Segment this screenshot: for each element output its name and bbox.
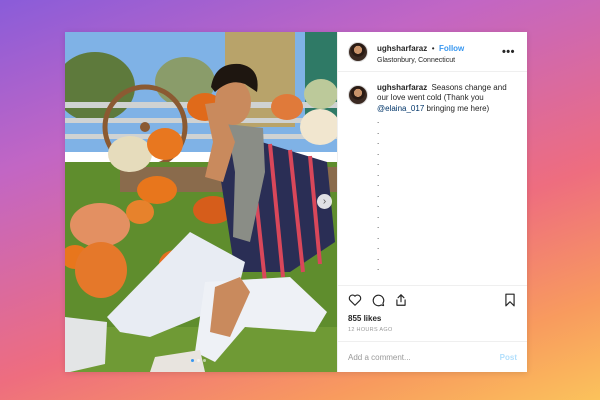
caption-dot-line: . <box>377 137 380 147</box>
post-header: ughsharfaraz • Follow Glastonbury, Conne… <box>338 32 527 72</box>
comment-bar: Post <box>338 341 527 372</box>
caption-dot-line: . <box>377 179 380 189</box>
pumpkin <box>108 136 152 172</box>
pumpkin <box>126 200 154 224</box>
caption-dot-line: . <box>377 116 380 126</box>
mention-link[interactable]: @elaina_017 <box>377 104 424 113</box>
caption-dot-line: . <box>377 147 380 157</box>
more-options-icon[interactable]: ••• <box>502 46 517 58</box>
caption-avatar[interactable] <box>348 85 368 105</box>
carousel-dot <box>197 359 200 362</box>
photo-scene <box>65 32 337 372</box>
caption-dot-line: . <box>377 231 380 241</box>
share-icon[interactable] <box>394 293 408 307</box>
sneaker <box>65 317 107 372</box>
pumpkin <box>75 242 127 298</box>
caption-dot-line: . <box>377 221 380 231</box>
post-photo[interactable]: › <box>65 32 337 372</box>
action-icons <box>348 292 517 308</box>
username-link[interactable]: ughsharfaraz <box>377 44 427 53</box>
caption-dot-line: . <box>377 263 380 273</box>
caption-dot-line: . <box>377 158 380 168</box>
caption-dot-line: . <box>377 210 380 220</box>
comment-input[interactable] <box>348 352 500 362</box>
post-timestamp: 12 HOURS AGO <box>348 327 393 333</box>
pumpkin <box>147 128 183 160</box>
carousel-dot <box>191 359 194 362</box>
caption-username[interactable]: ughsharfaraz <box>377 83 427 92</box>
caption-dot-line: . <box>377 126 380 136</box>
caption-dot-line: . <box>377 189 380 199</box>
bookmark-icon[interactable] <box>503 293 517 307</box>
comment-icon[interactable] <box>371 293 385 307</box>
likes-count[interactable]: 855 likes <box>348 314 517 323</box>
caption-dot-line: . <box>377 252 380 262</box>
instagram-post: › ughsharfaraz • Follow Glastonbury, Con… <box>65 32 527 372</box>
separator-dot: • <box>431 44 435 54</box>
pumpkin <box>271 94 303 120</box>
wheel-hub <box>140 122 150 132</box>
caption-dot-line: . <box>377 242 380 252</box>
post-comment-button[interactable]: Post <box>500 353 517 362</box>
avatar[interactable] <box>348 41 368 62</box>
caption: ughsharfaraz Seasons change and our love… <box>377 83 517 285</box>
chevron-right-icon: › <box>322 195 327 207</box>
post-actions: 855 likes 12 HOURS AGO <box>338 285 527 341</box>
caption-text-after: bringing me here) <box>424 103 490 113</box>
caption-dot-line: . <box>377 200 380 210</box>
pumpkin <box>304 79 337 109</box>
carousel-dot <box>203 359 206 362</box>
post-side-panel: ughsharfaraz • Follow Glastonbury, Conne… <box>337 32 527 372</box>
heart-icon[interactable] <box>348 293 362 307</box>
caption-dot-line: . <box>377 168 380 178</box>
caption-area: ughsharfaraz Seasons change and our love… <box>338 72 527 285</box>
carousel-dots <box>191 359 206 362</box>
carousel-next-button[interactable]: › <box>317 194 332 209</box>
pumpkin <box>70 203 130 247</box>
follow-button[interactable]: Follow <box>439 44 464 53</box>
location-link[interactable]: Glastonbury, Connecticut <box>377 57 502 65</box>
header-text: ughsharfaraz • Follow Glastonbury, Conne… <box>377 38 502 64</box>
caption-dot-lines: ............... <box>377 116 517 274</box>
pumpkin <box>137 176 177 204</box>
